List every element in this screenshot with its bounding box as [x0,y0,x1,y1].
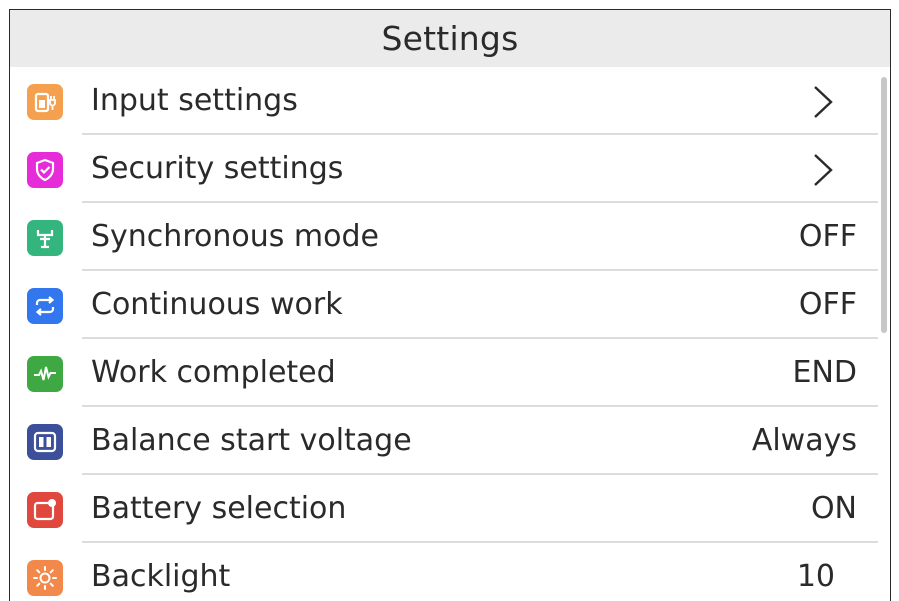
settings-item-value: OFF [798,219,857,254]
settings-item-input-settings[interactable]: Input settings [10,67,882,135]
shield-icon [27,152,63,188]
settings-item-value: Always [751,423,857,458]
settings-list: Input settings Security settings Synchro… [10,67,890,601]
battery-select-icon [27,492,63,528]
settings-item-value: ON [810,491,857,526]
settings-item-balance-start-voltage[interactable]: Balance start voltage Always [10,407,882,475]
settings-item-label: Input settings [91,83,298,118]
header-bar: Settings [10,10,890,67]
settings-item-battery-selection[interactable]: Battery selection ON [10,475,882,543]
settings-item-value: OFF [798,287,857,322]
settings-item-backlight[interactable]: Backlight 10 [10,543,882,601]
sync-fork-icon [27,220,63,256]
settings-item-label: Security settings [91,151,344,186]
scrollbar[interactable] [881,77,887,333]
settings-item-label: Synchronous mode [91,219,379,254]
settings-item-label: Backlight [91,559,231,594]
settings-item-continuous-work[interactable]: Continuous work OFF [10,271,882,339]
settings-item-value: END [792,355,858,390]
page-title: Settings [381,19,519,58]
settings-item-security-settings[interactable]: Security settings [10,135,882,203]
settings-screen: Settings Input settings Security setting… [9,9,891,601]
settings-item-synchronous-mode[interactable]: Synchronous mode OFF [10,203,882,271]
sun-icon [27,560,63,596]
pulse-icon [27,356,63,392]
settings-item-label: Balance start voltage [91,423,412,458]
settings-item-label: Battery selection [91,491,347,526]
battery-cells-icon [27,424,63,460]
settings-item-value: 10 [796,559,835,594]
power-input-icon [27,84,63,120]
settings-item-label: Continuous work [91,287,343,322]
repeat-icon [27,288,63,324]
settings-item-label: Work completed [91,355,336,390]
settings-item-work-completed[interactable]: Work completed END [10,339,882,407]
chevron-right-icon [814,154,833,186]
chevron-right-icon [814,86,833,118]
